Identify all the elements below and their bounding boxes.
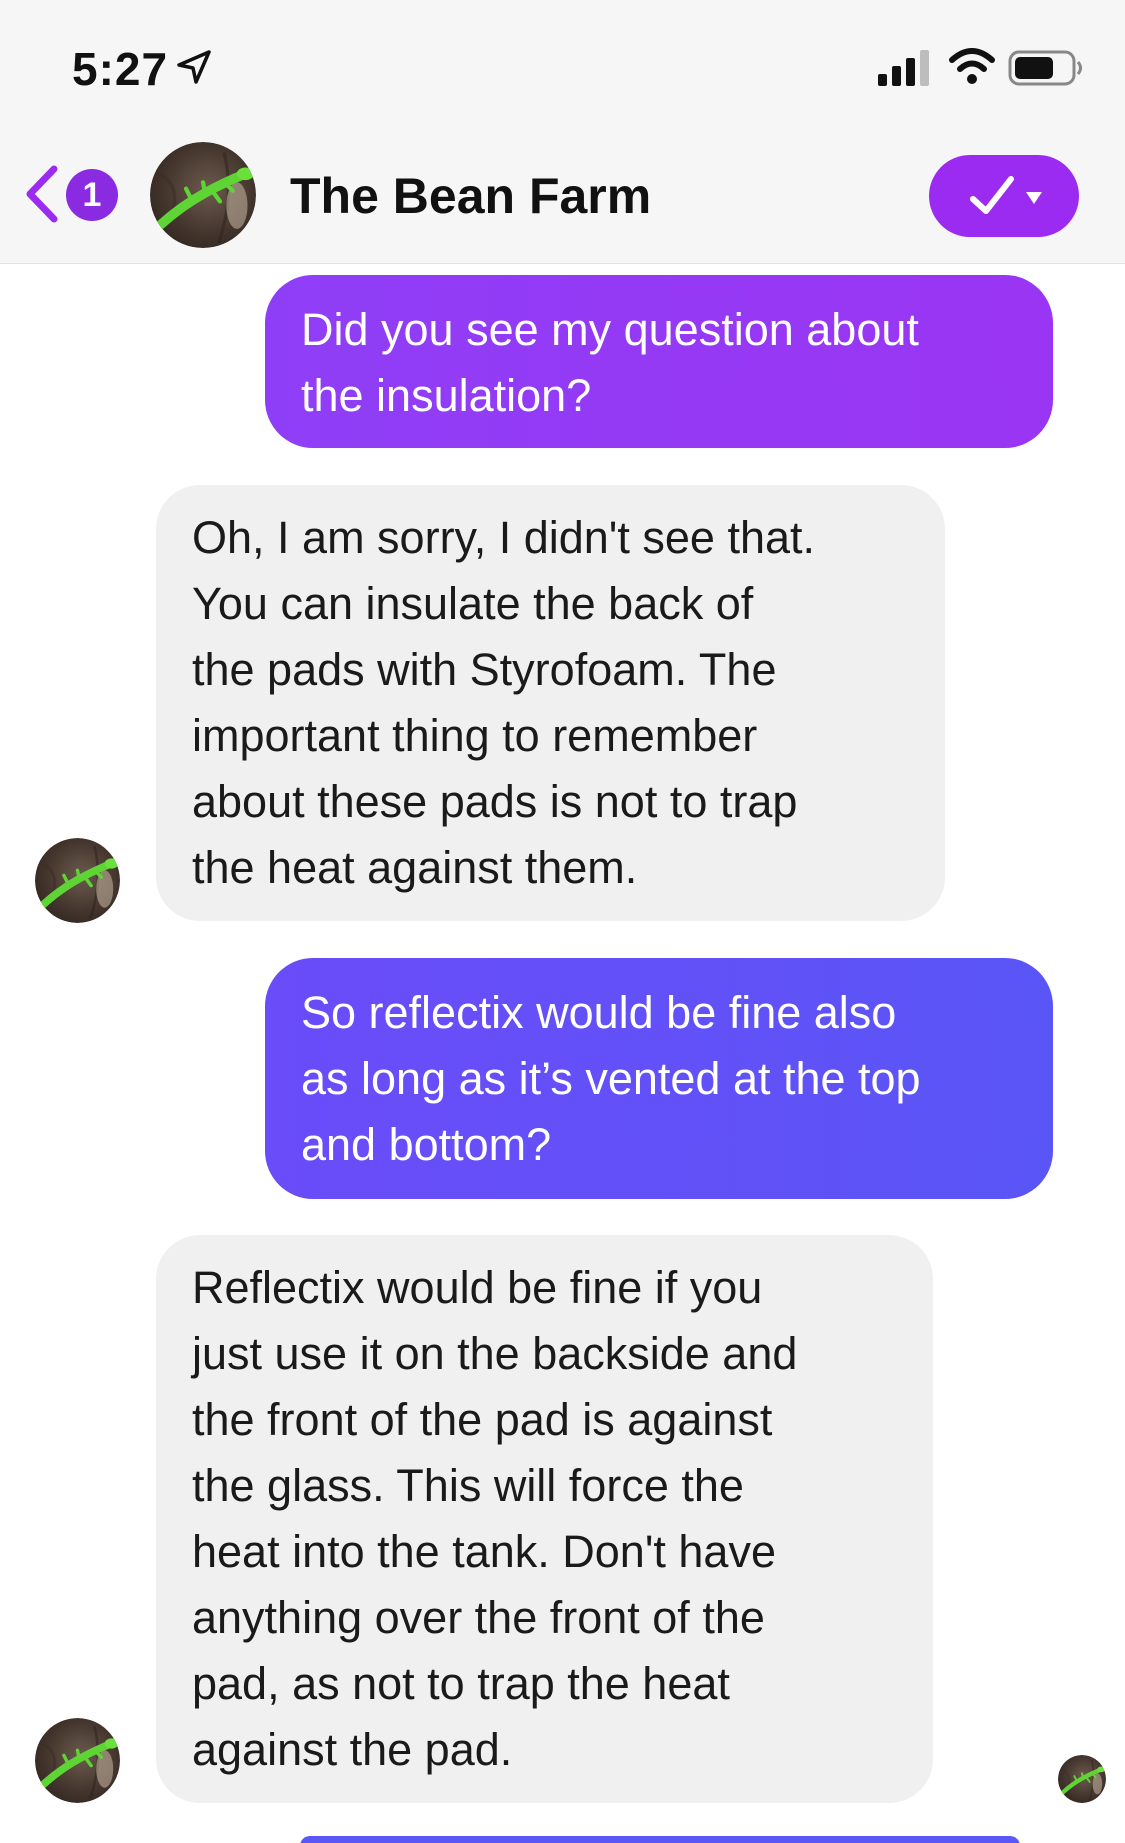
status-time: 5:27: [72, 43, 169, 95]
checkmark-icon: [970, 176, 1014, 214]
caret-down-icon: [1026, 192, 1042, 204]
back-button[interactable]: 1: [22, 161, 122, 227]
sender-avatar[interactable]: [35, 838, 120, 923]
cellular-signal-icon: [878, 50, 929, 86]
outgoing-message-bubble[interactable]: So reflectix would be fine also as long …: [265, 958, 1053, 1199]
gecko-avatar-image: [35, 1718, 120, 1803]
location-arrow-icon: [177, 50, 211, 84]
contact-avatar[interactable]: [150, 142, 256, 248]
outgoing-message-bubble-partial[interactable]: [300, 1836, 1020, 1843]
wifi-icon: [949, 48, 995, 84]
status-bar: 5:27: [0, 0, 1125, 125]
status-toggle-button[interactable]: [929, 155, 1079, 237]
outgoing-message-bubble[interactable]: Did you see my question about the insula…: [265, 275, 1053, 448]
gecko-avatar-image: [35, 838, 120, 923]
conversation-header: 1 The Bean Farm: [0, 125, 1125, 264]
contact-name[interactable]: The Bean Farm: [290, 167, 651, 225]
incoming-message-bubble[interactable]: Oh, I am sorry, I didn't see that. You c…: [156, 485, 945, 921]
unread-count-badge: 1: [66, 169, 118, 221]
battery-icon: [1008, 50, 1082, 86]
gecko-avatar-image: [150, 142, 256, 248]
messenger-conversation-screen: 5:27 1 The Bean Farm Did you see my ques…: [0, 0, 1125, 1843]
sender-avatar[interactable]: [35, 1718, 120, 1803]
gecko-avatar-image: [1058, 1755, 1106, 1803]
read-receipt-avatar: [1058, 1755, 1106, 1803]
incoming-message-bubble[interactable]: Reflectix would be fine if you just use …: [156, 1235, 933, 1803]
chevron-left-icon: [26, 165, 58, 223]
